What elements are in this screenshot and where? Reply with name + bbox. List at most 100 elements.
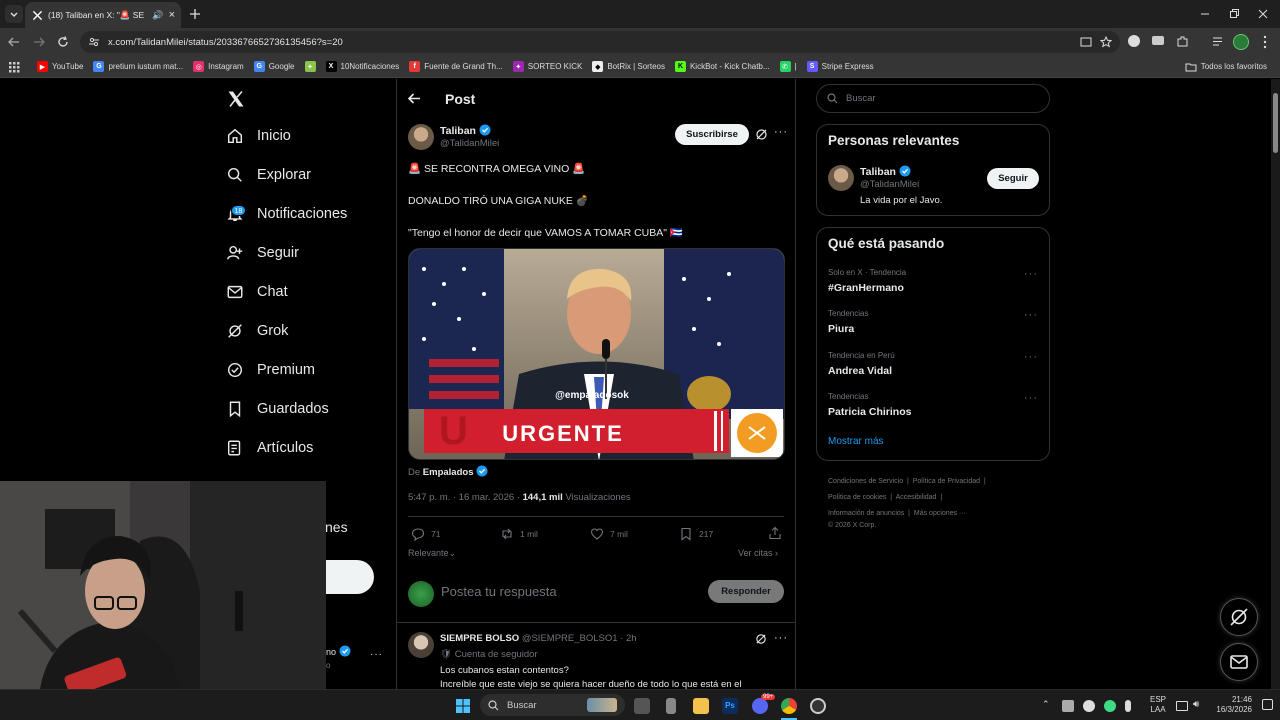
- menu-kebab-icon[interactable]: [1261, 35, 1269, 49]
- photoshop-icon[interactable]: Ps: [722, 698, 738, 714]
- site-info-icon[interactable]: [88, 36, 100, 48]
- bookmark-item[interactable]: Gpretium iustum mat...: [88, 61, 188, 72]
- account-menu-icon[interactable]: ···: [370, 649, 383, 660]
- reply-author-row[interactable]: SIEMPRE BOLSO @SIEMPRE_BOLSO1 · 2h: [440, 633, 637, 644]
- trend-more-icon[interactable]: ···: [1024, 351, 1038, 363]
- bookmark-item[interactable]: ◎ Instagram: [188, 61, 249, 72]
- share-icon[interactable]: [768, 526, 782, 540]
- reply-avatar[interactable]: [408, 632, 434, 658]
- sidebar-item-grok[interactable]: Grok: [226, 322, 288, 340]
- footer-accessibility-link[interactable]: Accesibilidad: [896, 494, 937, 501]
- reply-action[interactable]: 71: [411, 527, 440, 541]
- extension-icon[interactable]: [1128, 35, 1140, 47]
- sidebar-item-chat[interactable]: Chat: [226, 283, 288, 301]
- taskbar-search[interactable]: Buscar: [480, 694, 625, 716]
- x-logo-icon[interactable]: [227, 90, 245, 108]
- scrollbar-thumb[interactable]: [1273, 93, 1278, 153]
- trend-item[interactable]: Solo en X · Tendencia #GranHermano ···: [828, 268, 1038, 294]
- sidebar-item-articulos[interactable]: Artículos: [226, 439, 313, 457]
- all-bookmarks-folder[interactable]: Todos los favoritos: [1180, 62, 1272, 72]
- post-video[interactable]: @empaladosok U URGENTE: [408, 248, 785, 460]
- footer-terms-link[interactable]: Condiciones de Servicio: [828, 478, 903, 485]
- chrome-icon[interactable]: [781, 698, 797, 714]
- person-avatar[interactable]: [828, 165, 854, 191]
- back-icon[interactable]: [7, 35, 21, 49]
- grok-explain-icon[interactable]: [755, 633, 767, 645]
- bookmark-item[interactable]: ▶ YouTube: [32, 61, 88, 72]
- author-name-row[interactable]: Taliban: [440, 124, 491, 137]
- trend-more-icon[interactable]: ···: [1024, 309, 1038, 321]
- new-tab-icon[interactable]: [188, 7, 202, 21]
- network-icon[interactable]: [1176, 701, 1188, 711]
- reply-input[interactable]: Postea tu respuesta: [441, 584, 557, 599]
- reload-icon[interactable]: [56, 35, 70, 49]
- bookmark-item[interactable]: ✦ SORTEO KICK: [508, 61, 588, 72]
- tray-icon[interactable]: [1083, 700, 1095, 712]
- close-tab-icon[interactable]: ×: [169, 9, 175, 21]
- bookmark-item[interactable]: ✦: [300, 61, 321, 72]
- sidebar-item-inicio[interactable]: Inicio: [226, 127, 291, 145]
- app-icon[interactable]: [666, 698, 676, 714]
- person-name[interactable]: Taliban: [860, 166, 896, 178]
- language-indicator[interactable]: ESP LAA: [1150, 695, 1166, 715]
- bookmark-item[interactable]: S Stripe Express: [802, 61, 879, 72]
- reply-author-name[interactable]: SIEMPRE BOLSO: [440, 633, 519, 644]
- trend-item[interactable]: Tendencias Piura ···: [828, 309, 1038, 335]
- file-explorer-icon[interactable]: [693, 698, 709, 714]
- profile-avatar[interactable]: [1233, 34, 1249, 50]
- extensions-puzzle-icon[interactable]: [1176, 35, 1189, 48]
- follow-button[interactable]: Seguir: [987, 168, 1039, 189]
- discord-icon[interactable]: [752, 698, 768, 714]
- sidebar-item-explorar[interactable]: Explorar: [226, 166, 311, 184]
- reading-list-icon[interactable]: [1211, 35, 1224, 48]
- tray-icon[interactable]: [1104, 700, 1116, 712]
- sidebar-item-guardados[interactable]: Guardados: [226, 400, 329, 418]
- tray-chevron-icon[interactable]: ⌃: [1042, 699, 1050, 710]
- bookmark-item[interactable]: X 10Notificaciones: [321, 61, 405, 72]
- address-bar[interactable]: x.com/TalidanMilei/status/20336766527361…: [80, 31, 1120, 53]
- author-avatar[interactable]: [408, 124, 434, 150]
- notifications-icon[interactable]: [1262, 699, 1273, 710]
- bookmark-item[interactable]: G Google: [249, 61, 300, 72]
- windows-start-icon[interactable]: [455, 698, 471, 714]
- my-avatar[interactable]: [408, 581, 434, 607]
- sidebar-item-seguir[interactable]: Seguir: [226, 244, 299, 262]
- messages-float-button[interactable]: [1220, 643, 1258, 681]
- page-scrollbar[interactable]: [1271, 79, 1280, 689]
- post-timestamp[interactable]: 5:47 p. m. · 16 mar. 2026 ·: [408, 492, 520, 503]
- forward-icon[interactable]: [32, 35, 46, 49]
- post-more-icon[interactable]: ···: [774, 126, 788, 138]
- browser-tab-active[interactable]: (18) Taliban en X: "🚨 SE RECONTRA OMEGA …: [25, 2, 181, 28]
- bookmark-item[interactable]: ◆ BotRix | Sorteos: [587, 61, 670, 72]
- sidebar-item-premium[interactable]: Premium: [226, 361, 315, 379]
- trend-item[interactable]: Tendencias Patricia Chirinos ···: [828, 392, 1038, 418]
- reply-more-icon[interactable]: ···: [774, 632, 788, 644]
- trend-item[interactable]: Tendencia en Perú Andrea Vidal ···: [828, 351, 1038, 377]
- subscribe-button[interactable]: Suscribirse: [675, 124, 749, 145]
- person-handle[interactable]: @TalidanMilei: [860, 179, 919, 190]
- bookmark-item[interactable]: f Fuente de Grand Th...: [404, 61, 508, 72]
- sort-dropdown[interactable]: Relevante⌄: [408, 548, 456, 559]
- back-arrow-icon[interactable]: [407, 91, 422, 106]
- grok-float-button[interactable]: [1220, 598, 1258, 636]
- trend-more-icon[interactable]: ···: [1024, 268, 1038, 280]
- person-name-row[interactable]: Taliban: [860, 165, 911, 178]
- bookmark-item[interactable]: K KickBot - Kick Chatb...: [670, 61, 775, 72]
- extension-icon[interactable]: [1152, 36, 1164, 45]
- bookmark-item[interactable]: ✆ |: [775, 61, 802, 72]
- reply-button[interactable]: Responder: [708, 580, 784, 603]
- task-view-icon[interactable]: [634, 698, 650, 714]
- show-more-link[interactable]: Mostrar más: [828, 436, 884, 447]
- like-action[interactable]: 7 mil: [590, 527, 628, 541]
- footer-cookies-link[interactable]: Política de cookies: [828, 494, 886, 501]
- footer-privacy-link[interactable]: Política de Privacidad: [913, 478, 980, 485]
- more-nav-label-partial[interactable]: nes: [325, 519, 348, 535]
- minimize-icon[interactable]: [1198, 7, 1212, 21]
- search-input[interactable]: Buscar: [816, 84, 1050, 113]
- close-window-icon[interactable]: [1256, 7, 1270, 21]
- footer-more-link[interactable]: Más opciones ···: [914, 510, 966, 517]
- volume-icon[interactable]: 🔊︎: [1193, 699, 1199, 710]
- apps-grid-icon[interactable]: [8, 61, 20, 73]
- source-name[interactable]: Empalados: [423, 467, 474, 478]
- app-icon[interactable]: [810, 698, 826, 714]
